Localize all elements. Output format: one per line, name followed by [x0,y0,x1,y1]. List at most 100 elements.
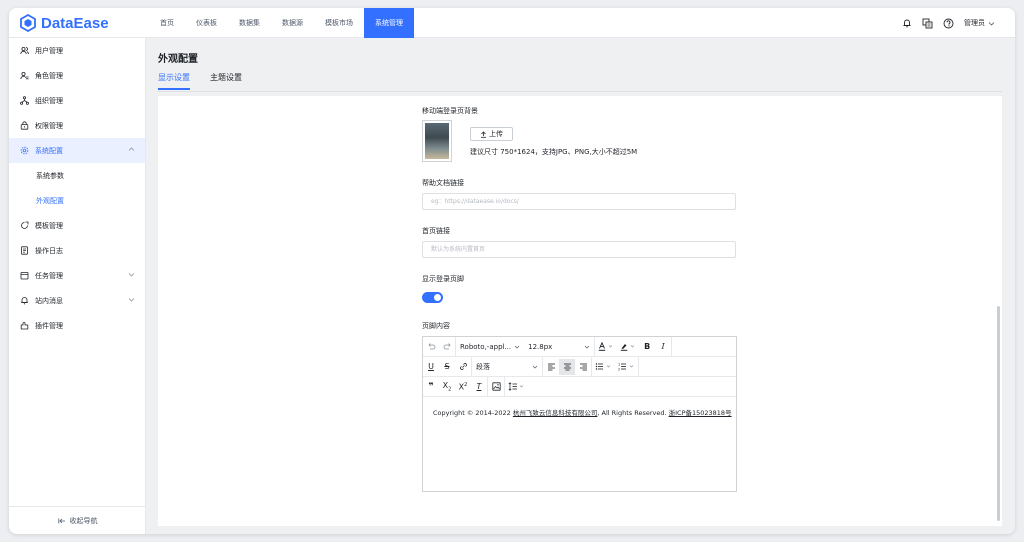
superscript-icon[interactable]: X2 [455,377,471,397]
sidebar-item-messages[interactable]: 站内消息 [9,288,145,313]
editor-toolbar-row-1: Roboto,-appl... 12.8px B I [423,336,736,357]
help-link-input[interactable] [422,193,736,210]
sidebar-item-users[interactable]: 用户管理 [9,38,145,63]
paragraph-select[interactable]: 段落 [472,357,542,377]
logo[interactable]: DataEase [19,13,109,33]
tab-theme-settings[interactable]: 主题设置 [210,72,242,90]
home-link-input[interactable] [422,241,736,258]
org-tree-icon [19,96,29,106]
collapse-nav-button[interactable]: 收起导航 [9,506,146,534]
paragraph-value: 段落 [476,362,490,371]
show-footer-toggle[interactable] [422,292,443,303]
sidebar-item-label: 任务管理 [35,271,63,280]
settings-panel: 移动端登录页背景 上传 建议尺寸 750*1624，支持JPG、PNG,大小不超… [158,96,1002,526]
sidebar-subitem-system-params[interactable]: 系统参数 [9,163,145,188]
footer-rights-text: , All Rights Reserved. [597,409,669,417]
sidebar-item-system-config[interactable]: 系统配置 [9,138,145,163]
log-document-icon [19,246,29,256]
font-family-value: Roboto,-appl... [460,342,512,351]
top-bar: DataEase 首页 仪表板 数据集 数据源 模板市场 系统管理 管理员 [9,8,1015,38]
sidebar-item-roles[interactable]: 角色管理 [9,63,145,88]
svg-text:2: 2 [618,368,620,372]
link-icon[interactable] [455,357,471,377]
tabs: 显示设置 主题设置 [158,72,242,90]
editor-toolbar-row-3: ❞ X2 X2 T [423,376,736,397]
plugin-icon [19,321,29,331]
task-icon [19,271,29,281]
chevron-down-icon [514,345,520,348]
sidebar-item-operation-log[interactable]: 操作日志 [9,238,145,263]
image-icon[interactable] [488,377,504,397]
role-icon [19,71,29,81]
help-link-label: 帮助文档链接 [422,179,464,187]
nav-dashboard[interactable]: 仪表板 [185,8,228,38]
nav-datasource[interactable]: 数据源 [271,8,314,38]
notification-bell-icon[interactable] [902,18,912,28]
bullet-list-icon[interactable] [592,357,615,377]
language-icon[interactable] [922,18,933,29]
sidebar-item-permissions[interactable]: 权限管理 [9,113,145,138]
mobile-bg-thumbnail[interactable] [422,120,452,162]
nav-home[interactable]: 首页 [149,8,185,38]
clear-format-icon[interactable]: T [471,377,487,397]
chevron-down-icon [988,21,995,26]
mobile-bg-label: 移动端登录页背景 [422,107,478,115]
underline-icon[interactable]: U [423,357,439,377]
rich-text-editor: Roboto,-appl... 12.8px B I U S 段落 1 2 ❞ … [422,336,737,492]
dataease-logo-icon [20,14,36,32]
editor-content[interactable]: Copyright © 2014-2022 杭州飞致云信息科技有限公司, All… [423,397,736,427]
align-center-icon[interactable] [559,358,575,375]
tab-display-settings[interactable]: 显示设置 [158,72,190,90]
nav-template-market[interactable]: 模板市场 [314,8,364,38]
font-color-icon[interactable] [595,337,617,357]
panel-scrollbar[interactable] [997,306,1000,521]
footer-company-link[interactable]: 杭州飞致云信息科技有限公司 [513,409,598,417]
line-height-icon[interactable] [505,377,528,397]
font-family-select[interactable]: Roboto,-appl... [456,337,524,357]
sidebar-subitem-appearance[interactable]: 外观配置 [9,188,145,213]
sidebar-item-organization[interactable]: 组织管理 [9,88,145,113]
upload-arrow-icon [481,130,486,138]
chevron-up-icon [128,147,135,151]
sidebar-item-label: 操作日志 [35,246,63,255]
sidebar-item-label: 用户管理 [35,46,63,55]
user-menu[interactable]: 管理员 [964,18,995,28]
font-size-select[interactable]: 12.8px [524,337,594,357]
sidebar-item-plugins[interactable]: 插件管理 [9,313,145,338]
sidebar-item-templates[interactable]: 模板管理 [9,213,145,238]
align-right-icon[interactable] [575,357,591,377]
home-link-label: 首页链接 [422,227,450,235]
blockquote-icon[interactable]: ❞ [423,377,439,397]
redo-icon[interactable] [439,337,455,357]
subscript-icon[interactable]: X2 [439,377,455,397]
help-icon[interactable] [943,18,954,29]
sidebar-item-label: 插件管理 [35,321,63,330]
chevron-down-icon [532,365,538,368]
gear-icon [19,146,29,156]
svg-text:1: 1 [618,363,620,367]
numbered-list-icon[interactable]: 12 [615,357,638,377]
italic-icon[interactable]: I [655,337,671,357]
font-size-value: 12.8px [528,342,553,351]
undo-icon[interactable] [423,337,439,357]
sidebar-item-label: 站内消息 [35,296,63,305]
footer-icp-link[interactable]: 浙ICP备15023818号 [669,409,732,417]
bold-icon[interactable]: B [639,337,655,357]
highlight-color-icon[interactable] [617,337,639,357]
upload-button[interactable]: 上传 [470,127,513,141]
sidebar-item-label: 角色管理 [35,71,63,80]
align-left-icon[interactable] [543,357,559,377]
editor-toolbar-row-2: U S 段落 12 [423,356,736,377]
nav-dataset[interactable]: 数据集 [228,8,271,38]
upload-hint: 建议尺寸 750*1624，支持JPG、PNG,大小不超过5M [470,148,638,156]
nav-system-management[interactable]: 系统管理 [364,8,414,38]
sidebar-item-tasks[interactable]: 任务管理 [9,263,145,288]
footer-copyright-text: Copyright © 2014-2022 [433,409,513,417]
strikethrough-icon[interactable]: S [439,357,455,377]
toolbar-separator [671,336,673,357]
bell-icon [19,296,29,306]
app-window: DataEase 首页 仪表板 数据集 数据源 模板市场 系统管理 管理员 用户… [9,8,1015,534]
show-footer-label: 显示登录页脚 [422,275,464,283]
sidebar-item-label: 权限管理 [35,121,63,130]
user-name: 管理员 [964,19,985,27]
